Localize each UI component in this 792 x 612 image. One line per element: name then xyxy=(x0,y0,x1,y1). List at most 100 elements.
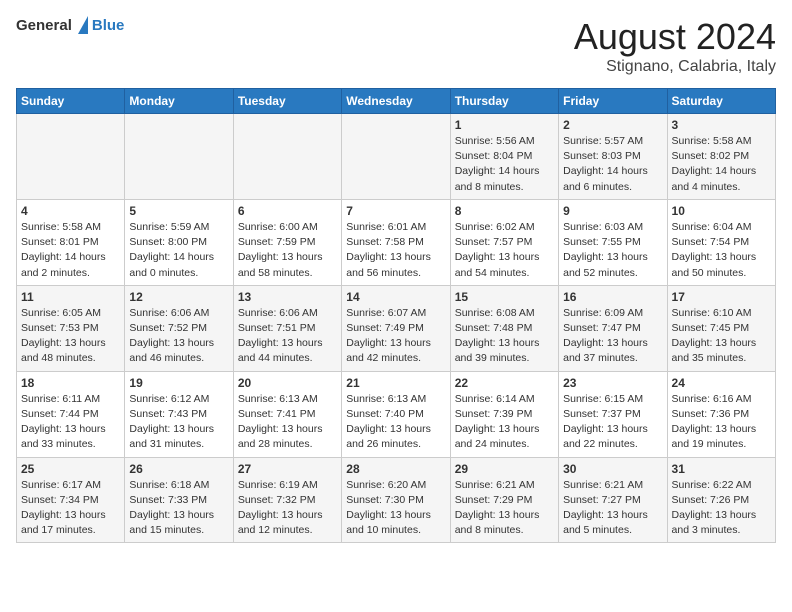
calendar-cell: 29 Sunrise: 6:21 AM Sunset: 7:29 PM Dayli… xyxy=(450,457,558,543)
logo: General Blue xyxy=(16,16,124,34)
day-number: 23 xyxy=(563,376,662,390)
calendar-cell: 1Sunrise: 5:56 AM Sunset: 8:04 PM Daylig… xyxy=(450,114,558,200)
calendar-table: SundayMondayTuesdayWednesdayThursdayFrid… xyxy=(16,88,776,543)
calendar-cell: 11 Sunrise: 6:05 AM Sunset: 7:53 PM Dayli… xyxy=(17,285,125,371)
calendar-cell: 23Sunrise: 6:15 AM Sunset: 7:37 PM Dayli… xyxy=(559,371,667,457)
calendar-week-5: 25 Sunrise: 6:17 AM Sunset: 7:34 PM Dayli… xyxy=(17,457,776,543)
calendar-cell: 2Sunrise: 5:57 AM Sunset: 8:03 PM Daylig… xyxy=(559,114,667,200)
day-number: 8 xyxy=(455,204,554,218)
weekday-header-thursday: Thursday xyxy=(450,89,558,114)
day-number: 29 xyxy=(455,462,554,476)
day-number: 13 xyxy=(238,290,337,304)
calendar-cell: 12 Sunrise: 6:06 AM Sunset: 7:52 PM Dayli… xyxy=(125,285,233,371)
calendar-cell: 18 Sunrise: 6:11 AM Sunset: 7:44 PM Dayli… xyxy=(17,371,125,457)
day-number: 19 xyxy=(129,376,228,390)
calendar-cell: 9Sunrise: 6:03 AM Sunset: 7:55 PM Daylig… xyxy=(559,199,667,285)
day-info: Sunrise: 6:19 AM Sunset: 7:32 PM Dayligh… xyxy=(238,478,337,539)
calendar-week-1: 1Sunrise: 5:56 AM Sunset: 8:04 PM Daylig… xyxy=(17,114,776,200)
calendar-cell: 4 Sunrise: 5:58 AM Sunset: 8:01 PM Daylig… xyxy=(17,199,125,285)
calendar-title: August 2024 xyxy=(574,16,776,58)
day-info: Sunrise: 6:22 AM Sunset: 7:26 PM Dayligh… xyxy=(672,478,771,539)
calendar-cell: 6Sunrise: 6:00 AM Sunset: 7:59 PM Daylig… xyxy=(233,199,341,285)
day-info: Sunrise: 6:05 AM Sunset: 7:53 PM Dayligh… xyxy=(21,306,120,367)
day-number: 2 xyxy=(563,118,662,132)
logo-blue: Blue xyxy=(92,17,125,34)
calendar-cell: 21 Sunrise: 6:13 AM Sunset: 7:40 PM Dayli… xyxy=(342,371,450,457)
calendar-cell: 14Sunrise: 6:07 AM Sunset: 7:49 PM Dayli… xyxy=(342,285,450,371)
calendar-cell: 26 Sunrise: 6:18 AM Sunset: 7:33 PM Dayli… xyxy=(125,457,233,543)
day-number: 15 xyxy=(455,290,554,304)
day-info: Sunrise: 6:14 AM Sunset: 7:39 PM Dayligh… xyxy=(455,392,554,453)
title-block: August 2024 Stignano, Calabria, Italy xyxy=(574,16,776,76)
day-number: 5 xyxy=(129,204,228,218)
day-info: Sunrise: 6:00 AM Sunset: 7:59 PM Dayligh… xyxy=(238,220,337,281)
calendar-cell: 7Sunrise: 6:01 AM Sunset: 7:58 PM Daylig… xyxy=(342,199,450,285)
day-number: 27 xyxy=(238,462,337,476)
calendar-body: 1Sunrise: 5:56 AM Sunset: 8:04 PM Daylig… xyxy=(17,114,776,543)
day-info: Sunrise: 6:17 AM Sunset: 7:34 PM Dayligh… xyxy=(21,478,120,539)
calendar-cell: 28 Sunrise: 6:20 AM Sunset: 7:30 PM Dayli… xyxy=(342,457,450,543)
calendar-cell: 19 Sunrise: 6:12 AM Sunset: 7:43 PM Dayli… xyxy=(125,371,233,457)
calendar-cell: 16 Sunrise: 6:09 AM Sunset: 7:47 PM Dayli… xyxy=(559,285,667,371)
calendar-cell: 10Sunrise: 6:04 AM Sunset: 7:54 PM Dayli… xyxy=(667,199,775,285)
day-number: 20 xyxy=(238,376,337,390)
day-number: 12 xyxy=(129,290,228,304)
calendar-cell: 13Sunrise: 6:06 AM Sunset: 7:51 PM Dayli… xyxy=(233,285,341,371)
day-info: Sunrise: 6:06 AM Sunset: 7:52 PM Dayligh… xyxy=(129,306,228,367)
day-info: Sunrise: 6:21 AM Sunset: 7:29 PM Dayligh… xyxy=(455,478,554,539)
calendar-cell: 30Sunrise: 6:21 AM Sunset: 7:27 PM Dayli… xyxy=(559,457,667,543)
day-info: Sunrise: 6:11 AM Sunset: 7:44 PM Dayligh… xyxy=(21,392,120,453)
day-number: 9 xyxy=(563,204,662,218)
day-number: 28 xyxy=(346,462,445,476)
day-info: Sunrise: 6:10 AM Sunset: 7:45 PM Dayligh… xyxy=(672,306,771,367)
calendar-cell xyxy=(125,114,233,200)
calendar-week-2: 4 Sunrise: 5:58 AM Sunset: 8:01 PM Daylig… xyxy=(17,199,776,285)
day-info: Sunrise: 6:16 AM Sunset: 7:36 PM Dayligh… xyxy=(672,392,771,453)
day-number: 10 xyxy=(672,204,771,218)
weekday-header-friday: Friday xyxy=(559,89,667,114)
calendar-week-3: 11 Sunrise: 6:05 AM Sunset: 7:53 PM Dayli… xyxy=(17,285,776,371)
day-number: 24 xyxy=(672,376,771,390)
weekday-header-saturday: Saturday xyxy=(667,89,775,114)
page-header: General Blue August 2024 Stignano, Calab… xyxy=(16,16,776,76)
weekday-header-tuesday: Tuesday xyxy=(233,89,341,114)
day-info: Sunrise: 6:02 AM Sunset: 7:57 PM Dayligh… xyxy=(455,220,554,281)
calendar-week-4: 18 Sunrise: 6:11 AM Sunset: 7:44 PM Dayli… xyxy=(17,371,776,457)
calendar-cell xyxy=(233,114,341,200)
day-number: 11 xyxy=(21,290,120,304)
calendar-cell: 31 Sunrise: 6:22 AM Sunset: 7:26 PM Dayli… xyxy=(667,457,775,543)
day-number: 4 xyxy=(21,204,120,218)
day-info: Sunrise: 6:07 AM Sunset: 7:49 PM Dayligh… xyxy=(346,306,445,367)
day-info: Sunrise: 6:08 AM Sunset: 7:48 PM Dayligh… xyxy=(455,306,554,367)
day-number: 22 xyxy=(455,376,554,390)
day-number: 26 xyxy=(129,462,228,476)
day-number: 25 xyxy=(21,462,120,476)
day-number: 16 xyxy=(563,290,662,304)
day-number: 18 xyxy=(21,376,120,390)
calendar-cell: 27 Sunrise: 6:19 AM Sunset: 7:32 PM Dayli… xyxy=(233,457,341,543)
day-info: Sunrise: 6:18 AM Sunset: 7:33 PM Dayligh… xyxy=(129,478,228,539)
day-info: Sunrise: 6:09 AM Sunset: 7:47 PM Dayligh… xyxy=(563,306,662,367)
day-number: 7 xyxy=(346,204,445,218)
day-info: Sunrise: 6:13 AM Sunset: 7:41 PM Dayligh… xyxy=(238,392,337,453)
calendar-cell: 24 Sunrise: 6:16 AM Sunset: 7:36 PM Dayli… xyxy=(667,371,775,457)
day-number: 21 xyxy=(346,376,445,390)
logo-triangle-icon xyxy=(78,16,88,34)
day-info: Sunrise: 5:58 AM Sunset: 8:02 PM Dayligh… xyxy=(672,134,771,195)
calendar-cell: 22 Sunrise: 6:14 AM Sunset: 7:39 PM Dayli… xyxy=(450,371,558,457)
day-info: Sunrise: 6:13 AM Sunset: 7:40 PM Dayligh… xyxy=(346,392,445,453)
calendar-cell xyxy=(342,114,450,200)
day-info: Sunrise: 6:12 AM Sunset: 7:43 PM Dayligh… xyxy=(129,392,228,453)
calendar-cell: 3 Sunrise: 5:58 AM Sunset: 8:02 PM Daylig… xyxy=(667,114,775,200)
calendar-cell: 25 Sunrise: 6:17 AM Sunset: 7:34 PM Dayli… xyxy=(17,457,125,543)
calendar-cell: 20 Sunrise: 6:13 AM Sunset: 7:41 PM Dayli… xyxy=(233,371,341,457)
calendar-header: SundayMondayTuesdayWednesdayThursdayFrid… xyxy=(17,89,776,114)
day-info: Sunrise: 5:58 AM Sunset: 8:01 PM Dayligh… xyxy=(21,220,120,281)
day-number: 31 xyxy=(672,462,771,476)
day-number: 30 xyxy=(563,462,662,476)
day-info: Sunrise: 6:20 AM Sunset: 7:30 PM Dayligh… xyxy=(346,478,445,539)
calendar-cell xyxy=(17,114,125,200)
day-number: 3 xyxy=(672,118,771,132)
calendar-cell: 15 Sunrise: 6:08 AM Sunset: 7:48 PM Dayli… xyxy=(450,285,558,371)
day-number: 1 xyxy=(455,118,554,132)
